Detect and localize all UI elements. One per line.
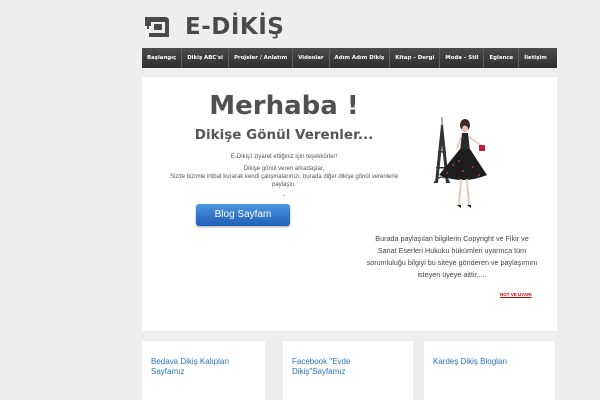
nav-item-fashion[interactable]: Moda – Stil <box>440 48 485 68</box>
card-title[interactable]: Facebook "Evde Dikiş"Sayfamız <box>292 357 382 377</box>
invite-text: Sizde bizimle irtibat kurarak kendi çalı… <box>169 174 399 188</box>
card-title[interactable]: Kardeş Dikiş Blogları <box>433 357 545 367</box>
main-content: Merhaba ! Dikişe Gönül Verenler... E-Dik… <box>142 77 557 331</box>
copyright-notice: Burada paylaşılan bilgilerin Copyright v… <box>366 234 538 279</box>
site-title[interactable]: E-DİKİŞ <box>185 14 284 40</box>
thanks-text: E-Dikiş'i ziyaret ettiğiniz için teşekkü… <box>230 154 338 160</box>
nav-item-step-by-step[interactable]: Adım Adım Dikiş <box>330 48 391 68</box>
fashion-illustration <box>433 117 487 208</box>
sewing-machine-icon <box>145 17 169 37</box>
card-facebook[interactable]: Facebook "Evde Dikiş"Sayfamız <box>283 341 413 400</box>
site-header: E-DİKİŞ <box>143 12 284 42</box>
nav-item-sewing-abc[interactable]: Dikiş ABC'si <box>182 48 229 68</box>
subtitle-heading: Dikişe Gönül Verenler... <box>194 127 374 143</box>
blog-page-button[interactable]: Blog Sayfam <box>196 204 290 226</box>
nav-item-home[interactable]: Başlangıç <box>142 48 183 68</box>
card-free-patterns[interactable]: Bedava Dikiş Kalıpları Sayfamız <box>142 341 265 400</box>
nav-item-projects[interactable]: Projeler / Anlatım <box>229 48 294 68</box>
card-title[interactable]: Bedava Dikiş Kalıpları Sayfamız <box>151 357 256 377</box>
nav-item-books[interactable]: Kitap – Dergi <box>390 48 441 68</box>
main-navigation: Başlangıç Dikiş ABC'si Projeler / Anlatı… <box>142 48 557 68</box>
intro-text: Dikişe gönül veren arkadaşlar, <box>243 166 325 172</box>
greeting-heading: Merhaba ! <box>209 91 359 121</box>
card-sister-blogs[interactable]: Kardeş Dikiş Blogları <box>424 341 555 400</box>
nav-item-fun[interactable]: Eglence <box>484 48 520 68</box>
separator: - <box>283 193 285 199</box>
nav-item-contact[interactable]: İletişim <box>519 48 552 68</box>
notice-link[interactable]: NOT VE UYARI <box>500 292 532 297</box>
nav-item-videos[interactable]: Videolar <box>293 48 330 68</box>
